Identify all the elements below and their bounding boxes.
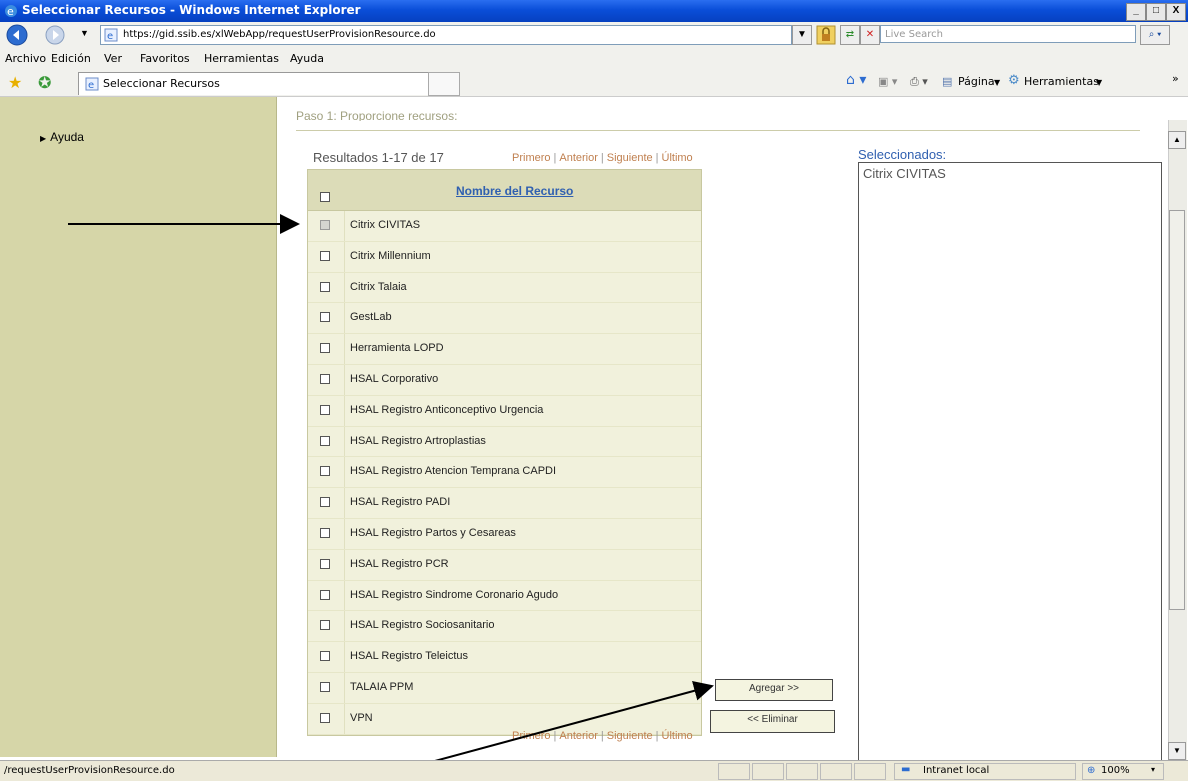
status-segment [752,763,784,780]
zone-label: Intranet local [923,765,990,776]
zoom-control[interactable]: ⊕ 100% ▾ [1082,763,1164,780]
status-text: /requestUserProvisionResource.do [4,765,175,776]
status-bar: /requestUserProvisionResource.do ▬ Intra… [0,760,1188,781]
zoom-value: 100% [1101,765,1130,776]
status-segment [854,763,886,780]
intranet-icon: ▬ [901,764,911,775]
status-segment [820,763,852,780]
chevron-down-icon: ▾ [1151,765,1156,774]
zoom-icon: ⊕ [1087,765,1096,776]
security-zone[interactable]: ▬ Intranet local [894,763,1076,780]
status-segment [786,763,818,780]
annotation-arrows [68,214,714,779]
status-segment [718,763,750,780]
